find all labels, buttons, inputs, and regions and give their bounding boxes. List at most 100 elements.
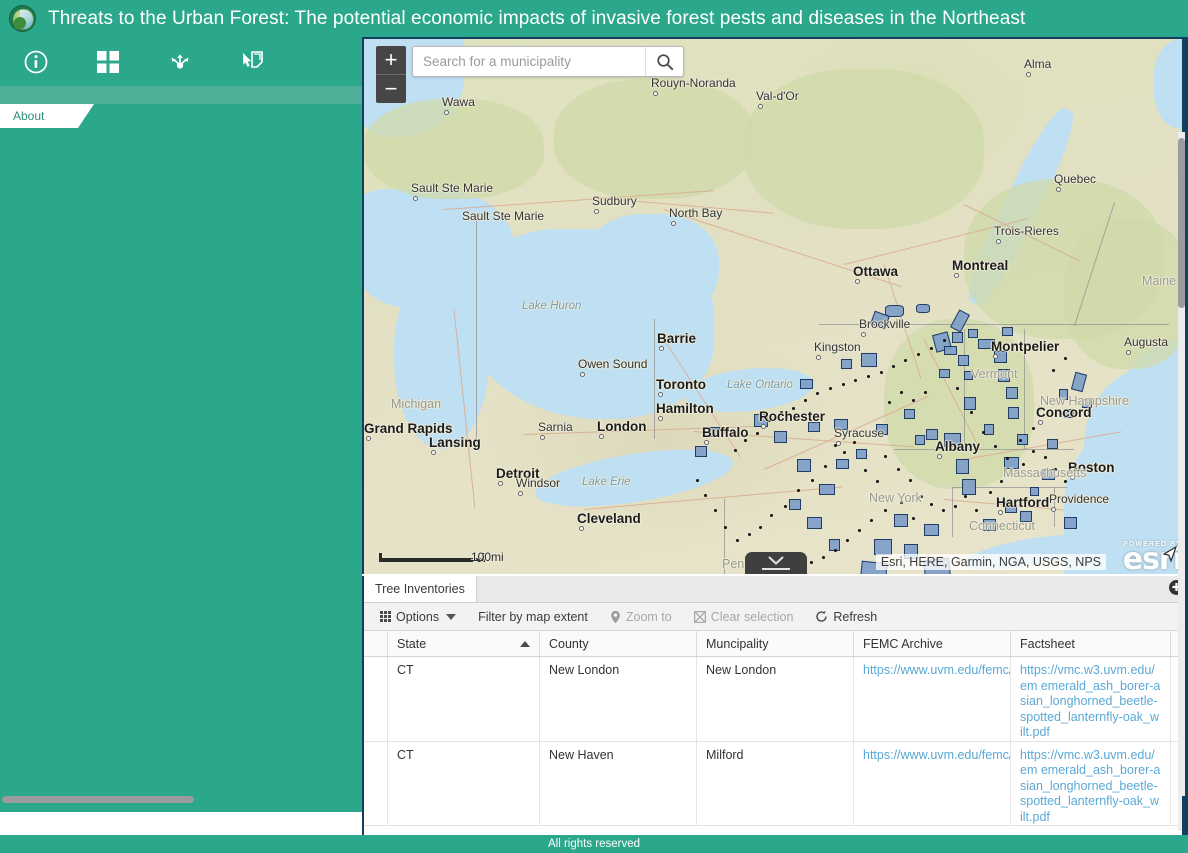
table-cell-factsheet[interactable]: https://vmc.w3.uvm.edu/em emerald_ash_bo… [1011,657,1171,741]
select-layer-icon[interactable] [216,37,288,86]
map-city-dot [431,450,436,455]
map-label: Brockville [859,317,910,331]
inventory-polygon [1006,387,1018,399]
inventory-polygon [904,409,915,419]
column-header-county[interactable]: County [540,631,697,656]
column-header-factsheet-label: Factsheet [1020,637,1075,651]
map-label: Albany [935,439,980,454]
map-label: Trois-Rieres [994,224,1059,238]
map-label: New York [869,491,922,505]
inventory-polygon [774,431,787,443]
zoom-in-button[interactable]: + [376,46,406,74]
map-label: Owen Sound [578,357,647,371]
map-label: Cleveland [577,511,641,526]
options-label: Options [396,610,439,624]
refresh-button[interactable]: Refresh [806,604,886,630]
column-header-femc-archive[interactable]: FEMC Archive [854,631,1011,656]
map-pin-icon [610,610,621,624]
map-city-dot [599,434,604,439]
inventory-polygon [958,355,969,366]
map-label: Syracuse [834,426,884,440]
attribute-table-body[interactable]: CTNew LondonNew Londonhttps://www.uvm.ed… [364,657,1188,835]
map-zoom-controls[interactable]: + − [376,46,406,103]
search-input[interactable] [413,48,645,75]
inventory-polygon [797,459,811,472]
inventory-polygon [1002,327,1013,336]
app-header: Threats to the Urban Forest: The potenti… [0,0,1188,37]
map-city-dot [954,273,959,278]
map-city-dot [758,104,763,109]
clear-selection-button[interactable]: Clear selection [685,604,803,630]
options-button[interactable]: Options [371,604,465,630]
toggle-attribute-table-button[interactable] [745,552,807,574]
map-label: Rochester [759,409,825,424]
map-label: Augusta [1124,335,1168,349]
inventory-polygon [841,359,852,369]
row-selector-cell[interactable] [364,742,388,826]
column-header-municipality-label: Muncipality [706,637,769,651]
inventory-polygon [800,379,813,389]
filter-label: Filter by map extent [478,610,588,624]
map-city-dot [580,372,585,377]
table-row[interactable]: CTNew HavenMilfordhttps://www.uvm.edu/fe… [364,742,1188,827]
row-selector-cell[interactable] [364,657,388,741]
table-cell-femc-archive[interactable]: https://www.uvm.edu/femc/ [854,657,1011,741]
filter-by-map-extent-button[interactable]: Filter by map extent [469,604,597,630]
share-icon[interactable] [144,37,216,86]
refresh-icon [815,610,828,623]
column-header-municipality[interactable]: Muncipality [697,631,854,656]
inventory-polygon [939,369,950,378]
search-icon[interactable] [645,47,683,76]
chevron-down-icon [768,556,784,565]
tab-about[interactable]: About [0,104,78,128]
table-cell-factsheet[interactable]: https://vmc.w3.uvm.edu/em emerald_ash_bo… [1011,742,1171,826]
map-label: Val-d'Or [756,89,799,103]
map-label: Providence [1049,492,1109,506]
inventory-polygon [894,514,908,527]
map-city-dot [658,416,663,421]
map-scalebar: 100mi [379,558,485,562]
map-label: Hamilton [656,401,714,416]
inventory-polygon [924,524,939,536]
table-row[interactable]: CTNew LondonNew Londonhttps://www.uvm.ed… [364,657,1188,742]
about-horizontal-scrollbar[interactable] [2,796,194,803]
tab-tree-inventories[interactable]: Tree Inventories [364,576,477,602]
inventory-polygon [789,499,801,510]
map-view[interactable]: WawaSault Ste MarieSault Ste MarieSudbur… [362,37,1188,574]
column-header-state[interactable]: State [388,631,540,656]
map-label: Buffalo [702,425,749,440]
attribute-table-panel: Tree Inventories Options Filter by map e… [362,576,1188,835]
map-label: Lake Huron [522,300,581,312]
map-search-box[interactable] [412,46,684,77]
zoom-to-button[interactable]: Zoom to [601,604,681,630]
basemap-gallery-icon[interactable] [72,37,144,86]
map-label: Alma [1024,57,1051,71]
table-cell-municipality: New London [697,657,854,741]
table-cell-femc-archive[interactable]: https://www.uvm.edu/femc/ [854,742,1011,826]
map-city-dot [1051,507,1056,512]
zoom-out-button[interactable]: − [376,75,406,103]
scalebar-label: 100mi [471,550,504,564]
map-label: Michigan [391,397,441,411]
scalebar-bar [379,558,485,562]
about-vertical-scrollbar[interactable] [1178,132,1185,796]
map-city-dot [861,332,866,337]
map-label: Wawa [442,95,475,109]
tab-tree-inventories-label: Tree Inventories [375,582,465,596]
map-label: Lake Erie [582,476,631,488]
map-label: Windsor [516,476,560,490]
footer-text: All rights reserved [548,838,640,850]
map-city-dot [498,481,503,486]
about-info-icon[interactable] [0,37,72,86]
map-city-dot [540,435,545,440]
map-city-dot [816,355,821,360]
toolbar-shadow [0,86,362,104]
column-header-factsheet[interactable]: Factsheet [1011,631,1171,656]
about-scrollbar-thumb[interactable] [1178,138,1185,308]
map-label: Barrie [657,331,696,346]
row-selector-header [364,631,388,656]
drag-handle[interactable] [762,568,790,570]
map-label: Lansing [429,435,481,450]
map-label: Kingston [814,340,861,354]
inventory-polygon [1047,439,1058,449]
